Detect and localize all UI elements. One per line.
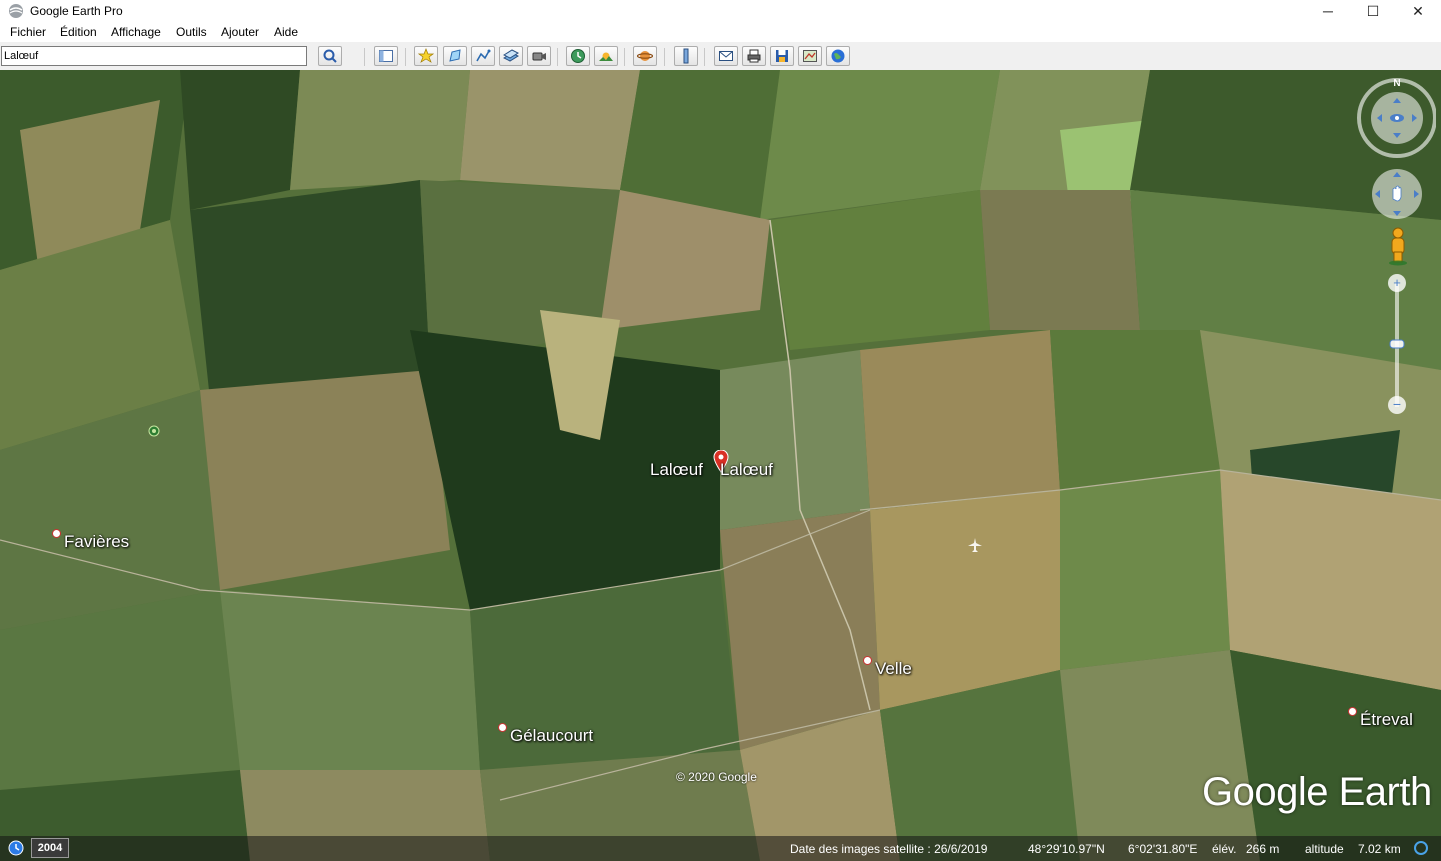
menu-edition[interactable]: Édition — [60, 25, 97, 39]
close-button[interactable]: ✕ — [1395, 0, 1441, 22]
toolbar-separator — [664, 48, 665, 66]
altitude-value: 7.02 km — [1358, 842, 1401, 856]
place-label-gelaucourt[interactable]: Gélaucourt — [498, 723, 594, 746]
streaming-status-icon — [1414, 841, 1428, 855]
toolbar-separator — [704, 48, 705, 66]
place-label-text: Favières — [64, 532, 130, 551]
sunlight-button[interactable] — [594, 46, 618, 66]
place-label-text: Étreval — [1360, 710, 1413, 729]
zoom-slider[interactable]: + − — [1386, 273, 1408, 417]
print-button[interactable] — [742, 46, 766, 66]
tour-icon — [532, 52, 546, 61]
earth-icon — [831, 49, 845, 63]
add-path-button[interactable] — [471, 46, 495, 66]
place-label-laloeuf-search[interactable]: Lalœuf — [720, 460, 773, 480]
add-placemark-button[interactable] — [414, 46, 438, 66]
village-dot-icon — [52, 529, 61, 538]
save-image-button[interactable] — [770, 46, 794, 66]
switch-planet-button[interactable] — [633, 46, 657, 66]
maximize-button[interactable]: ☐ — [1350, 0, 1396, 22]
title-bar: Google Earth Pro ─ ☐ ✕ — [0, 0, 1441, 22]
map-copyright: © 2020 Google — [676, 770, 757, 784]
zoom-out-icon[interactable]: − — [1393, 396, 1401, 412]
view-in-maps-button[interactable] — [798, 46, 822, 66]
menu-affichage[interactable]: Affichage — [111, 25, 161, 39]
airport-icon[interactable] — [967, 537, 983, 553]
street-view-pegman-icon[interactable] — [1386, 226, 1410, 266]
toolbar-separator — [557, 48, 558, 66]
search-button[interactable] — [318, 46, 342, 66]
zoom-thumb — [1389, 339, 1405, 349]
save-image-icon — [776, 50, 788, 62]
email-button[interactable] — [714, 46, 738, 66]
menu-outils[interactable]: Outils — [176, 25, 207, 39]
toolbar-separator — [405, 48, 406, 66]
path-icon — [476, 49, 491, 62]
sunlight-icon — [599, 52, 613, 61]
longitude-readout: 6°02'31.80"E — [1128, 842, 1198, 856]
place-label-laloeuf[interactable]: Lalœuf — [650, 460, 703, 480]
village-dot-icon — [498, 723, 507, 732]
satellite-map-view[interactable]: Lalœuf Lalœuf Favières Velle Gélaucourt … — [0, 70, 1441, 861]
place-label-text: Lalœuf — [650, 460, 703, 479]
toolbar — [0, 42, 1441, 71]
place-label-favieres[interactable]: Favières — [52, 529, 130, 552]
planet-icon — [637, 51, 653, 61]
menu-aide[interactable]: Aide — [274, 25, 298, 39]
history-icon — [571, 49, 585, 63]
place-label-etreval[interactable]: Étreval — [1348, 707, 1413, 730]
earth-view-button[interactable] — [826, 46, 850, 66]
historical-imagery-button[interactable] — [566, 46, 590, 66]
sidebar-toggle-button[interactable] — [374, 46, 398, 66]
poi-icon[interactable] — [148, 425, 160, 437]
place-label-text: Lalœuf — [720, 460, 773, 479]
sidebar-icon — [379, 50, 393, 62]
email-icon — [719, 51, 733, 61]
village-dot-icon — [1348, 707, 1357, 716]
place-label-velle[interactable]: Velle — [863, 656, 912, 679]
print-icon — [747, 49, 761, 63]
ruler-button[interactable] — [674, 46, 698, 66]
add-polygon-button[interactable] — [443, 46, 467, 66]
toolbar-separator — [624, 48, 625, 66]
imagery-date: Date des images satellite : 26/6/2019 — [790, 842, 988, 856]
move-joystick[interactable] — [1370, 167, 1424, 221]
search-input[interactable] — [1, 46, 307, 66]
polygon-icon — [449, 49, 461, 62]
look-joystick[interactable]: N — [1356, 76, 1436, 158]
elevation-value: 266 m — [1246, 842, 1280, 856]
elevation-label: élév. — [1212, 842, 1237, 856]
place-label-text: Gélaucourt — [510, 726, 594, 745]
historical-imagery-clock-icon[interactable] — [8, 840, 24, 856]
add-image-overlay-button[interactable] — [499, 46, 523, 66]
placemark-icon — [418, 48, 434, 63]
ruler-icon — [683, 48, 689, 64]
place-label-text: Velle — [875, 659, 912, 678]
menu-bar: Fichier Édition Affichage Outils Ajouter… — [0, 22, 1441, 42]
imagery-year-badge[interactable]: 2004 — [31, 838, 69, 858]
altitude-label: altitude — [1305, 842, 1344, 856]
google-earth-app-icon — [9, 4, 23, 18]
overlay-icon — [503, 49, 519, 62]
latitude-readout: 48°29'10.97"N — [1028, 842, 1105, 856]
status-bar: Date des images satellite : 26/6/2019 48… — [0, 836, 1441, 861]
toolbar-separator — [364, 48, 365, 66]
menu-fichier[interactable]: Fichier — [10, 25, 46, 39]
menu-ajouter[interactable]: Ajouter — [221, 25, 259, 39]
record-tour-button[interactable] — [527, 46, 551, 66]
google-earth-logo: Google Earth — [1202, 770, 1432, 814]
zoom-in-icon[interactable]: + — [1393, 275, 1401, 290]
village-dot-icon — [863, 656, 872, 665]
search-icon — [323, 49, 337, 63]
minimize-button[interactable]: ─ — [1305, 0, 1351, 22]
map-view-icon — [803, 50, 817, 62]
window-title: Google Earth Pro — [30, 4, 123, 18]
